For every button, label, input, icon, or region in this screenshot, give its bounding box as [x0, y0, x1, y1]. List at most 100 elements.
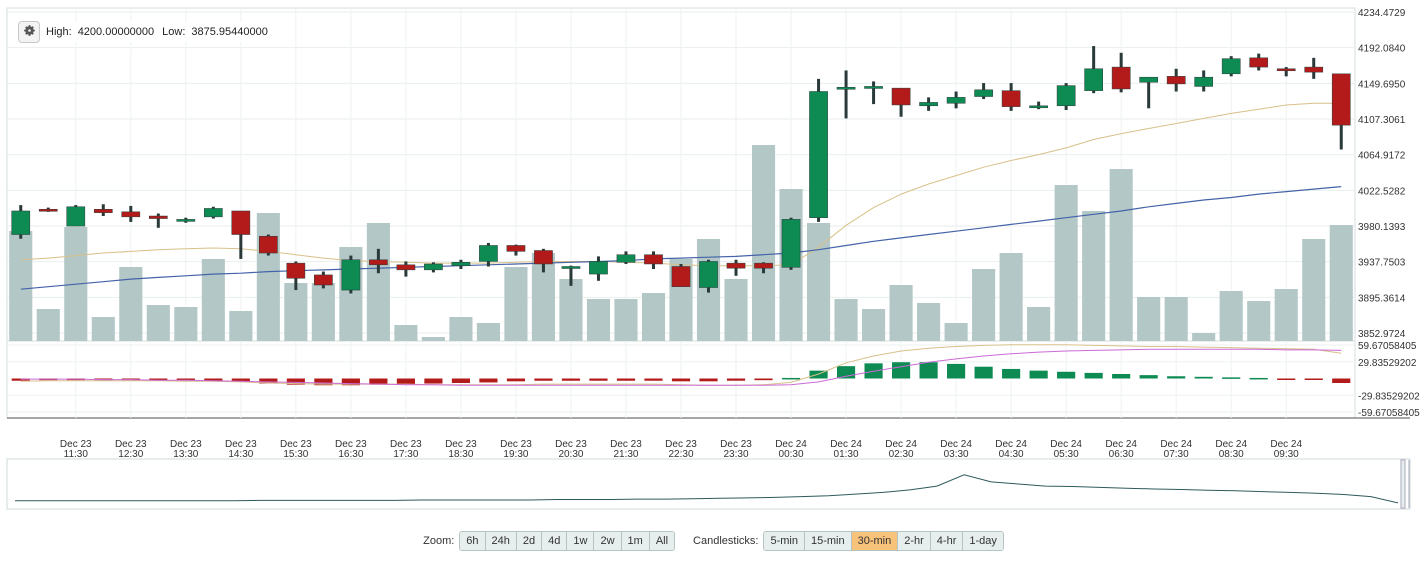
zoom-1w-button[interactable]: 1w — [567, 532, 595, 550]
volume-bar — [889, 285, 913, 341]
candle-up — [561, 266, 581, 269]
low-label: Low: — [162, 26, 186, 38]
zoom-label: Zoom: — [423, 535, 455, 547]
x-tick-time: 22:30 — [668, 449, 693, 460]
zoom-2d-button[interactable]: 2d — [516, 532, 543, 550]
candle-down — [1249, 57, 1269, 68]
macd-histogram-bar — [726, 378, 746, 381]
volume-bar — [449, 317, 473, 341]
interval-30min-button[interactable]: 30-min — [851, 532, 899, 550]
interval-5min-button[interactable]: 5-min — [764, 532, 805, 550]
candle-up — [974, 89, 993, 97]
macd-histogram-bar — [479, 378, 498, 383]
volume-bar — [256, 213, 280, 341]
x-tick-time: 03:30 — [944, 449, 969, 460]
volume-bar — [1274, 289, 1298, 341]
macd-histogram-bar — [561, 378, 581, 381]
macd-histogram-bar — [451, 378, 470, 383]
price-tick-label: 4107.3061 — [1358, 115, 1406, 126]
candle-up — [781, 219, 801, 268]
candle-down — [644, 254, 663, 265]
candle-up — [809, 91, 828, 218]
interval-1day-button[interactable]: 1-day — [963, 532, 1003, 550]
candle-down — [754, 262, 773, 269]
price-tick-label: 4192.0840 — [1358, 44, 1406, 55]
candle-up — [616, 254, 636, 263]
volume-bar — [724, 279, 748, 341]
price-tick-label: 4022.5282 — [1358, 186, 1406, 197]
candle-down — [38, 209, 58, 212]
candle-down — [1331, 73, 1351, 126]
x-tick-time: 15:30 — [283, 449, 308, 460]
x-tick-time: 05:30 — [1054, 449, 1079, 460]
volume-bar — [284, 283, 308, 341]
candle-down — [1166, 76, 1186, 85]
macd-histogram-bar — [616, 378, 636, 381]
gear-icon — [23, 24, 36, 40]
x-tick-time: 23:30 — [724, 449, 749, 460]
macd-histogram-bar — [781, 377, 801, 380]
candle-down — [891, 87, 911, 106]
volume-bar — [917, 303, 941, 341]
zoom-all-button[interactable]: All — [649, 532, 675, 550]
volume-bar — [36, 309, 60, 341]
volume-bar — [1054, 185, 1078, 341]
candle-down — [369, 259, 388, 266]
volume-bar — [641, 293, 666, 341]
candle-down — [121, 211, 141, 218]
volume-bar — [1164, 297, 1188, 341]
chart-canvas[interactable]: 4234.4729 4192.0840 4149.6950 4107.3061 4064… — [0, 0, 1427, 520]
price-chart[interactable]: 4234.4729 4192.0840 4149.6950 4107.3061 4064… — [0, 0, 1427, 520]
low-value: 3875.95440000 — [191, 26, 268, 38]
volume-bar — [944, 323, 968, 341]
price-tick-label: 4149.6950 — [1358, 79, 1406, 90]
interval-2hr-button[interactable]: 2-hr — [898, 532, 931, 550]
volume-bar — [999, 253, 1023, 341]
macd-histogram-bar — [396, 378, 415, 385]
x-tick-time: 17:30 — [393, 449, 418, 460]
zoom-4d-button[interactable]: 4d — [542, 532, 568, 550]
zoom-2w-button[interactable]: 2w — [594, 532, 622, 550]
candle-up — [1194, 76, 1214, 87]
macd-histogram-bar — [424, 378, 443, 384]
macd-histogram-bar — [1139, 375, 1158, 379]
macd-histogram-bar — [589, 378, 608, 381]
volume-bar — [201, 259, 225, 341]
interval-4hr-button[interactable]: 4-hr — [930, 532, 964, 550]
volume-bar — [1027, 307, 1051, 341]
settings-button[interactable] — [18, 21, 40, 43]
price-tick-label: 3895.3614 — [1358, 293, 1406, 304]
high-label: High: — [46, 26, 72, 38]
macd-histogram-bar — [919, 362, 938, 379]
chart-controls: Zoom: 6h 24h 2d 4d 1w 2w 1m All Candlesticks: 5… — [0, 531, 1427, 551]
candle-down — [286, 262, 306, 279]
x-tick-time: 18:30 — [448, 449, 473, 460]
interval-15min-button[interactable]: 15-min — [804, 532, 852, 550]
volume-bar — [1247, 301, 1271, 341]
candle-up — [946, 97, 966, 104]
candle-down — [506, 245, 526, 252]
volume-bar — [862, 309, 886, 341]
x-tick-time: 00:30 — [779, 449, 804, 460]
price-tick-label: 4064.9172 — [1358, 151, 1406, 162]
zoom-1m-button[interactable]: 1m — [621, 532, 650, 550]
zoom-button-group: 6h 24h 2d 4d 1w 2w 1m All — [459, 531, 676, 551]
macd-histogram-bar — [1304, 378, 1323, 380]
volume-bar — [1302, 239, 1326, 341]
zoom-6h-button[interactable]: 6h — [460, 532, 486, 550]
candle-up — [699, 261, 718, 288]
macd-histogram-bar — [699, 378, 718, 382]
volume-bar — [366, 223, 390, 341]
zoom-24h-button[interactable]: 24h — [485, 532, 517, 550]
macd-histogram-bar — [974, 366, 993, 379]
macd-tick-label: 29.83529202 — [1358, 358, 1417, 369]
candle-down — [148, 215, 168, 219]
x-tick-time: 20:30 — [558, 449, 583, 460]
volume-bar — [174, 307, 198, 341]
candle-up — [836, 87, 856, 90]
macd-tick-label: -59.67058405 — [1358, 408, 1420, 419]
macd-histogram-bar — [506, 378, 526, 382]
candle-down — [1276, 68, 1296, 72]
candle-down — [726, 262, 746, 269]
macd-histogram-bar — [1112, 374, 1131, 379]
